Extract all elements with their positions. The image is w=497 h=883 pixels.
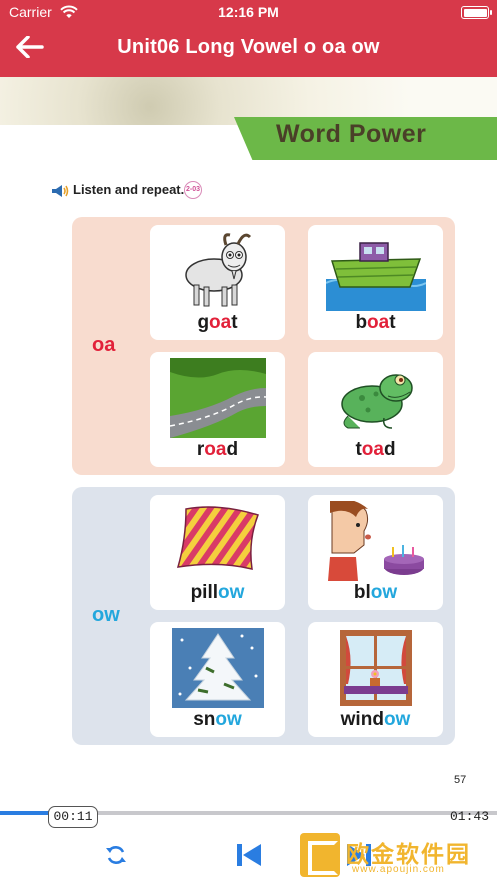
status-time: 12:16 PM: [218, 4, 279, 20]
page-title: Unit06 Long Vowel o oa ow: [117, 36, 380, 58]
speaker-icon[interactable]: [51, 184, 69, 198]
word-card-boat[interactable]: boat: [308, 225, 443, 340]
group-label-ow: ow: [92, 604, 120, 626]
battery-icon: [461, 6, 492, 19]
group-label-oa: oa: [92, 334, 116, 356]
word-label: snow: [193, 709, 242, 730]
oa-word-group: oa goat boat road toad: [72, 217, 455, 475]
repeat-icon[interactable]: [104, 843, 128, 867]
instruction-text: Listen and repeat.: [73, 182, 185, 197]
ow-word-group: ow pillow blow snow window: [72, 487, 455, 745]
book-page: Word Power Listen and repeat. 2-03 oa go…: [0, 77, 497, 810]
snow-picture: [172, 628, 264, 708]
goat-picture: [185, 233, 252, 307]
word-label: boat: [355, 312, 396, 333]
audio-progress-fill: [0, 811, 54, 815]
previous-track-icon[interactable]: [235, 842, 263, 868]
word-card-snow[interactable]: snow: [150, 622, 285, 737]
watermark-logo: [300, 833, 340, 877]
boat-picture: [326, 242, 426, 311]
road-picture: [169, 358, 267, 438]
current-time-thumb[interactable]: 00:11: [48, 806, 98, 828]
word-label: pillow: [190, 582, 245, 603]
watermark-url: www.apoujin.com: [352, 864, 445, 875]
word-card-road[interactable]: road: [150, 352, 285, 467]
page-number: 57: [454, 774, 467, 786]
pillow-picture: [176, 506, 259, 570]
word-label: road: [196, 439, 239, 460]
status-bar: Carrier 12:16 PM: [0, 0, 497, 26]
total-time: 01:43: [449, 809, 489, 824]
navigation-bar: Carrier 12:16 PM Unit06 Long Vowel o oa …: [0, 0, 497, 77]
word-card-pillow[interactable]: pillow: [150, 495, 285, 610]
word-label: toad: [355, 439, 396, 460]
word-card-blow[interactable]: blow: [308, 495, 443, 610]
word-power-title: Word Power: [276, 120, 427, 148]
blow-picture: [328, 501, 424, 581]
word-card-window[interactable]: window: [308, 622, 443, 737]
word-card-toad[interactable]: toad: [308, 352, 443, 467]
word-label: goat: [197, 312, 238, 333]
audio-track-badge[interactable]: 2-03: [184, 181, 202, 199]
site-watermark: 欧金软件园 www.apoujin.com: [296, 830, 496, 883]
window-picture: [340, 630, 412, 706]
toad-picture: [341, 374, 413, 429]
word-label: blow: [353, 582, 398, 603]
word-card-goat[interactable]: goat: [150, 225, 285, 340]
word-label: window: [340, 709, 411, 730]
